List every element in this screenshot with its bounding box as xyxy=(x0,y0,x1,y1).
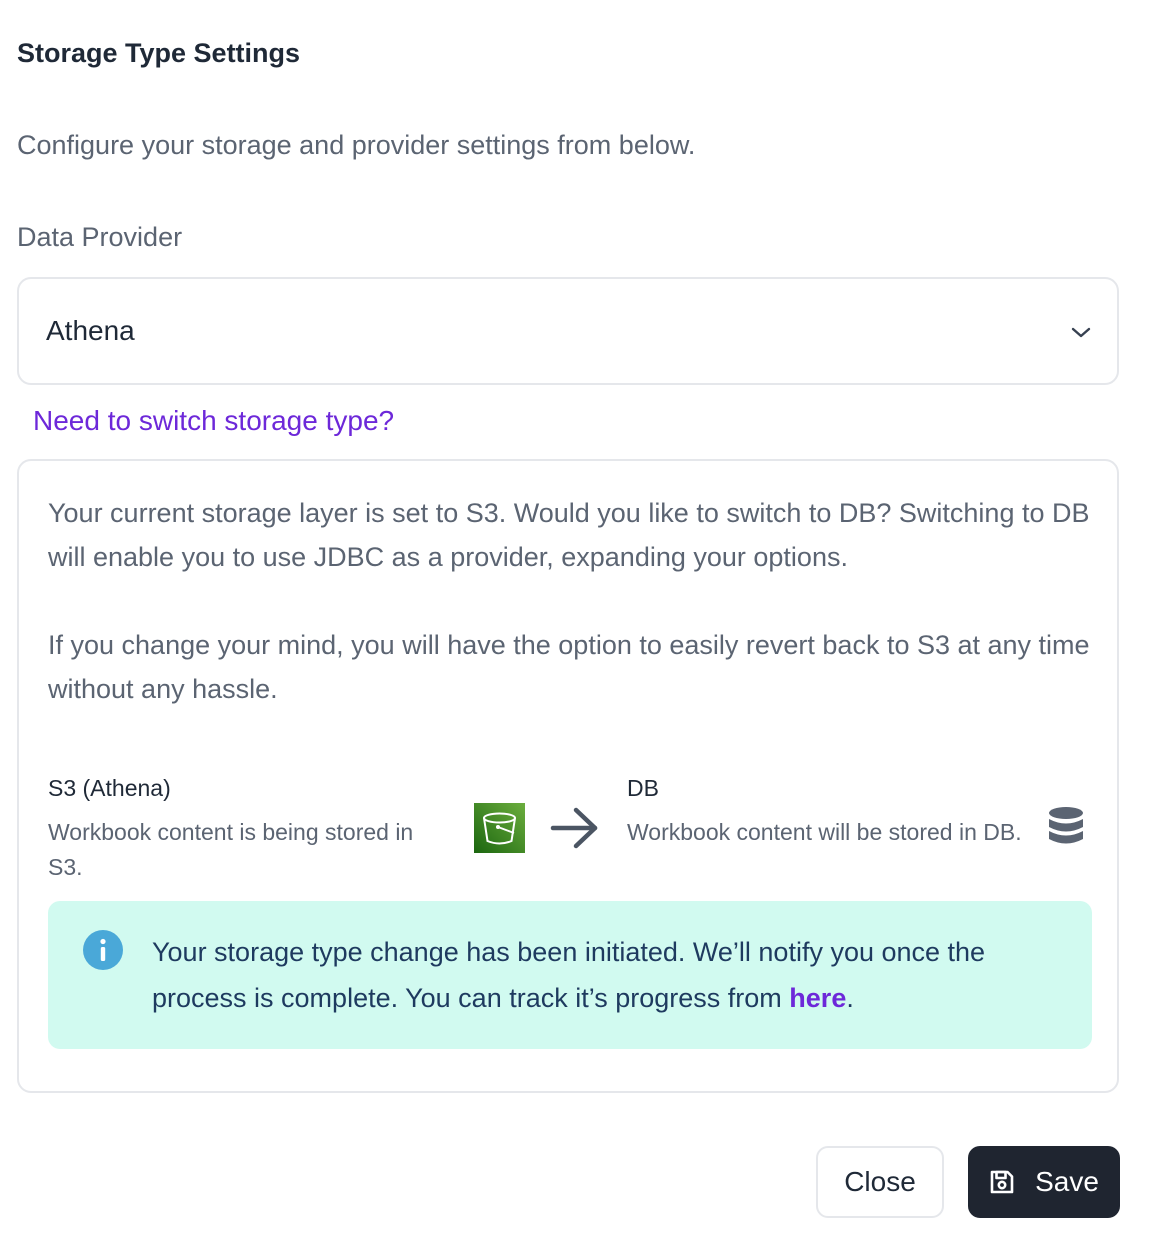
to-storage-name: DB xyxy=(627,775,659,801)
dialog-title: Storage Type Settings xyxy=(17,38,301,68)
notice-text: Your storage type change has been initia… xyxy=(152,937,986,1013)
switch-storage-panel: Your current storage layer is set to S3.… xyxy=(17,459,1119,1093)
track-progress-link[interactable]: here xyxy=(789,983,846,1013)
to-storage-description: Workbook content will be stored in DB. xyxy=(627,819,1022,845)
dialog-subtitle: Configure your storage and provider sett… xyxy=(17,130,696,160)
from-storage-name: S3 (Athena) xyxy=(48,775,171,801)
data-provider-value: Athena xyxy=(46,315,135,346)
arrow-right-icon xyxy=(550,807,598,849)
data-provider-label: Data Provider xyxy=(17,222,183,252)
notice-suffix: . xyxy=(846,983,854,1013)
s3-bucket-icon xyxy=(474,803,525,853)
close-button[interactable]: Close xyxy=(816,1146,944,1218)
data-provider-select[interactable]: Athena xyxy=(17,277,1119,385)
revert-description: If you change your mind, you will have t… xyxy=(48,630,1090,704)
save-icon xyxy=(990,1170,1014,1194)
database-icon xyxy=(1049,807,1083,844)
storage-settings-dialog: Storage Type Settings Configure your sto… xyxy=(0,0,1150,1246)
notice-message: Your storage type change has been initia… xyxy=(152,929,1072,1021)
switch-description: Your current storage layer is set to S3.… xyxy=(48,498,1090,572)
info-icon xyxy=(83,930,123,970)
status-notice: Your storage type change has been initia… xyxy=(48,901,1092,1049)
save-button[interactable]: Save xyxy=(968,1146,1120,1218)
chevron-down-icon xyxy=(1071,327,1091,338)
save-button-label: Save xyxy=(1035,1166,1099,1197)
switch-storage-type-link[interactable]: Need to switch storage type? xyxy=(33,405,394,437)
from-storage-description: Workbook content is being stored in S3. xyxy=(48,819,414,880)
